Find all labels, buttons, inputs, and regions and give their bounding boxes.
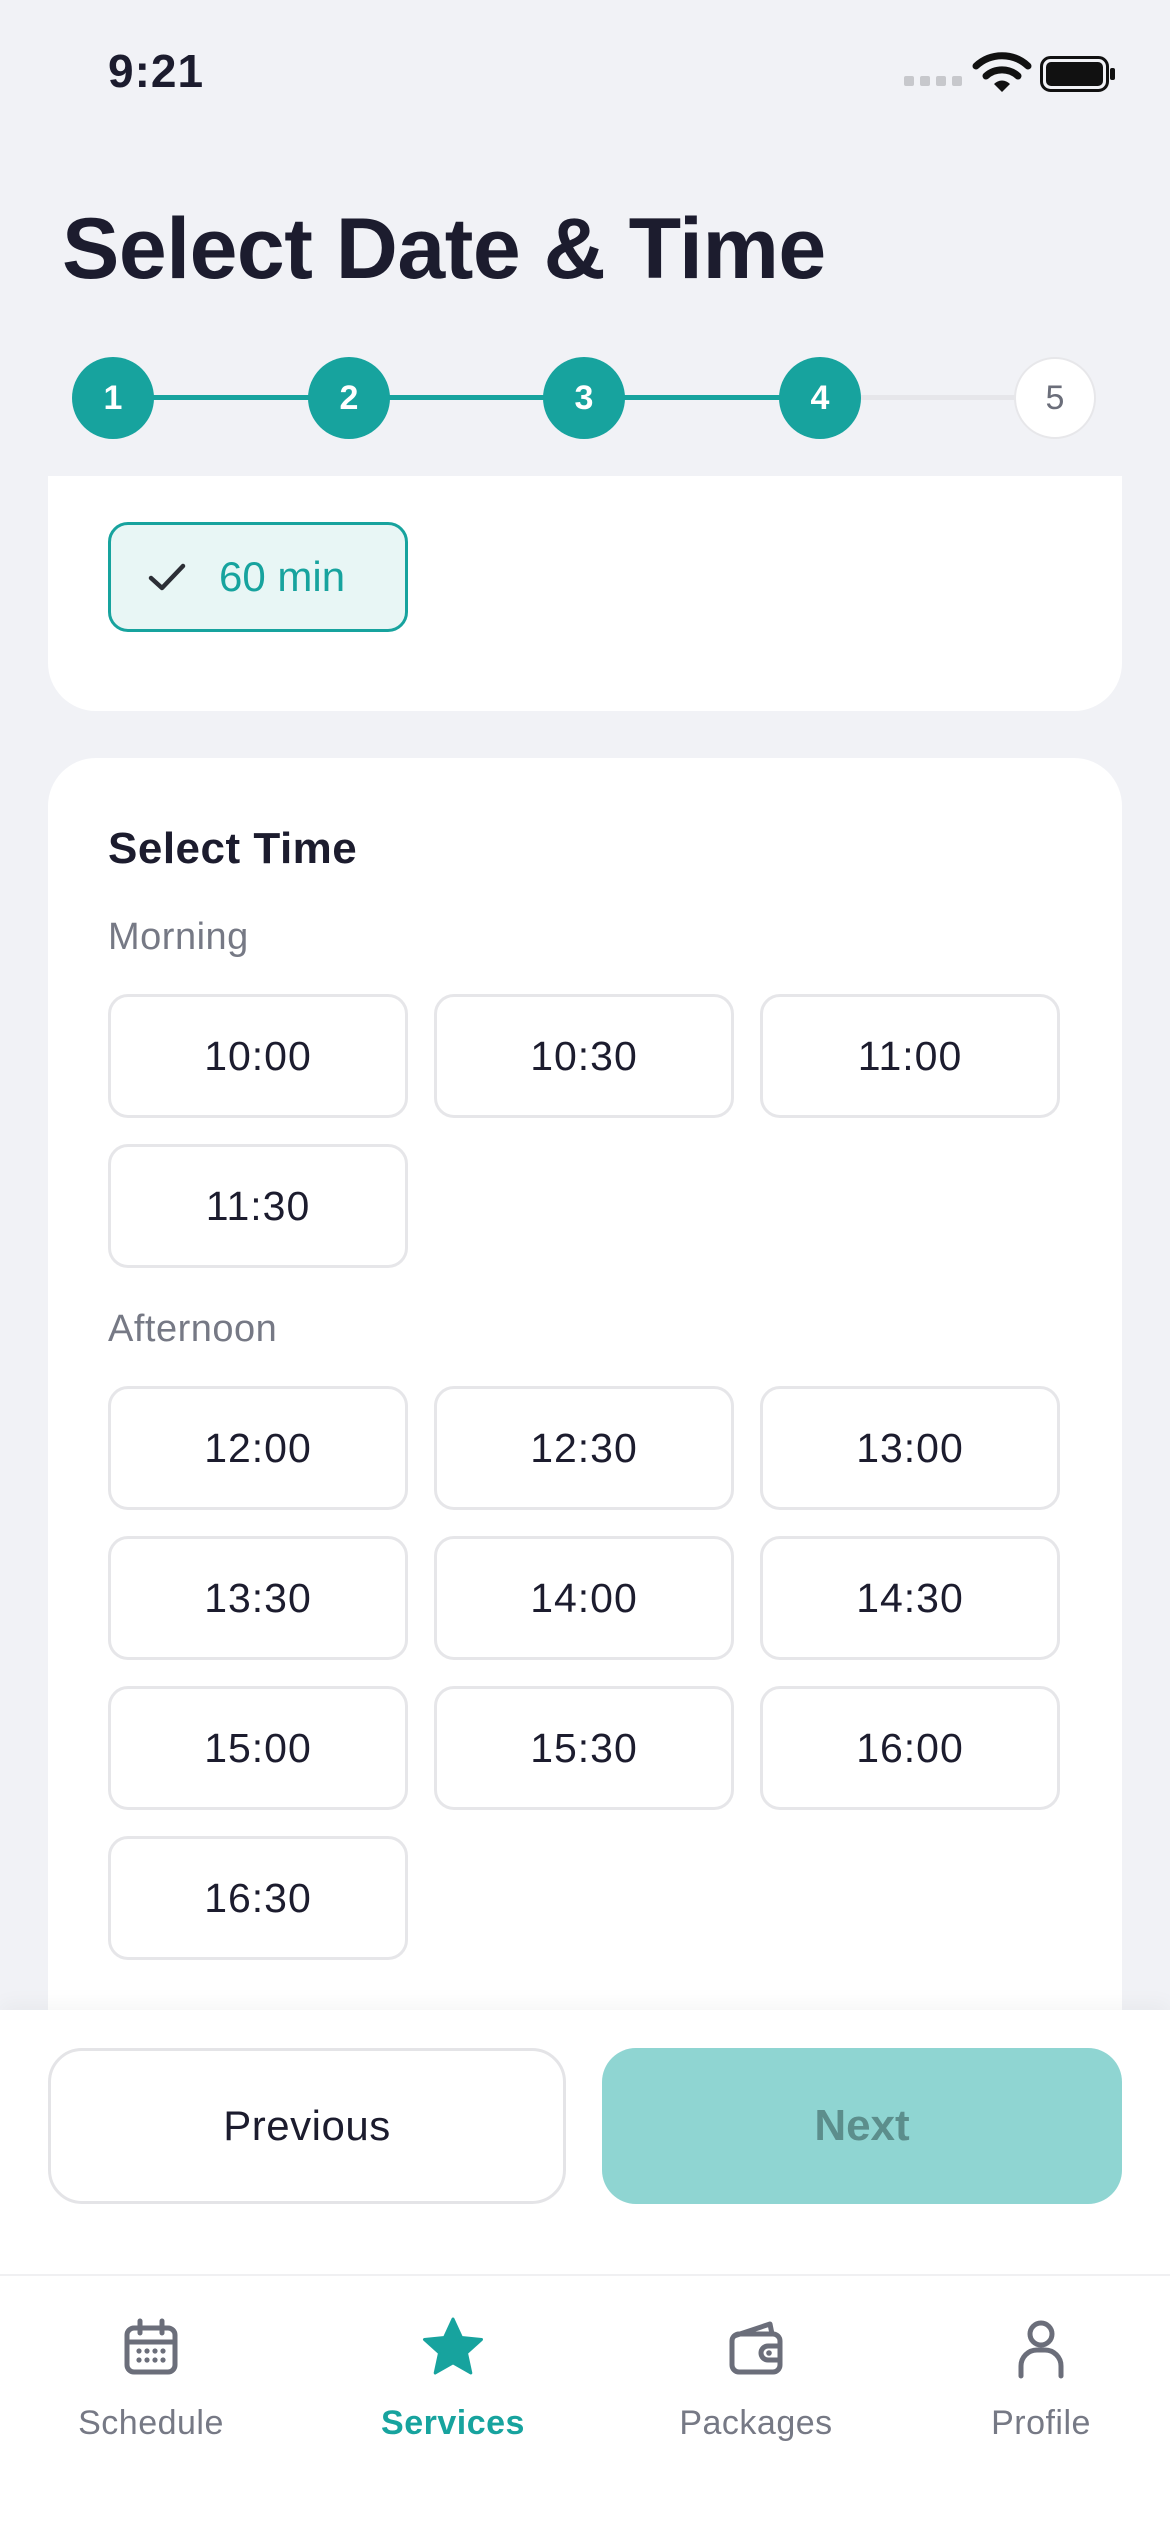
- duration-chip-label: 60 min: [219, 553, 346, 600]
- time-slot-1030[interactable]: 10:30: [434, 994, 734, 1118]
- tab-schedule-label: Schedule: [78, 2404, 224, 2442]
- tab-bar: Schedule Services Packages Profile: [0, 2274, 1170, 2534]
- morning-label: Morning: [108, 916, 249, 958]
- time-slot-1200[interactable]: 12:00: [108, 1386, 408, 1510]
- tab-profile[interactable]: Profile: [921, 2316, 1161, 2443]
- calendar-icon: [124, 2318, 178, 2375]
- person-icon: [1018, 2320, 1064, 2379]
- tab-packages-label: Packages: [679, 2404, 833, 2442]
- stepper-line-done: [113, 395, 821, 400]
- next-button[interactable]: Next: [602, 2048, 1122, 2204]
- tab-services-label: Services: [381, 2404, 525, 2442]
- step-1: 1: [72, 357, 154, 439]
- page-title: Select Date & Time: [62, 201, 826, 297]
- time-slot-1500[interactable]: 15:00: [108, 1686, 408, 1810]
- time-slot-1130[interactable]: 11:30: [108, 1144, 408, 1268]
- duration-card: 60 min: [48, 476, 1122, 711]
- time-slot-1530[interactable]: 15:30: [434, 1686, 734, 1810]
- time-slot-1300[interactable]: 13:00: [760, 1386, 1060, 1510]
- duration-chip-selected[interactable]: 60 min: [108, 522, 408, 632]
- afternoon-label: Afternoon: [108, 1308, 278, 1350]
- step-2: 2: [308, 357, 390, 439]
- checkmark-icon: [148, 563, 186, 591]
- wallet-icon: [729, 2321, 783, 2375]
- step-3: 3: [543, 357, 625, 439]
- battery-icon: [1040, 56, 1115, 92]
- tab-packages[interactable]: Packages: [636, 2316, 876, 2443]
- tab-profile-label: Profile: [991, 2404, 1091, 2442]
- star-icon: [423, 2317, 483, 2375]
- action-bar: Previous Next: [0, 2010, 1170, 2274]
- time-slot-1230[interactable]: 12:30: [434, 1386, 734, 1510]
- time-slot-1430[interactable]: 14:30: [760, 1536, 1060, 1660]
- step-5: 5: [1014, 357, 1096, 439]
- status-time: 9:21: [108, 45, 205, 97]
- select-time-card: Select Time Morning 10:00 10:30 11:00 11…: [48, 758, 1122, 2058]
- time-slot-1400[interactable]: 14:00: [434, 1536, 734, 1660]
- step-4: 4: [779, 357, 861, 439]
- time-slot-1100[interactable]: 11:00: [760, 994, 1060, 1118]
- progress-stepper: 1 2 3 4 5: [0, 352, 1170, 442]
- wifi-icon: [972, 52, 1032, 92]
- time-slot-1600[interactable]: 16:00: [760, 1686, 1060, 1810]
- cellular-signal-icon: [904, 76, 962, 86]
- tab-schedule[interactable]: Schedule: [31, 2316, 271, 2443]
- time-slot-1630[interactable]: 16:30: [108, 1836, 408, 1960]
- previous-button[interactable]: Previous: [48, 2048, 566, 2204]
- time-slot-1000[interactable]: 10:00: [108, 994, 408, 1118]
- time-slot-1330[interactable]: 13:30: [108, 1536, 408, 1660]
- tab-services[interactable]: Services: [333, 2316, 573, 2443]
- select-time-title: Select Time: [108, 824, 358, 873]
